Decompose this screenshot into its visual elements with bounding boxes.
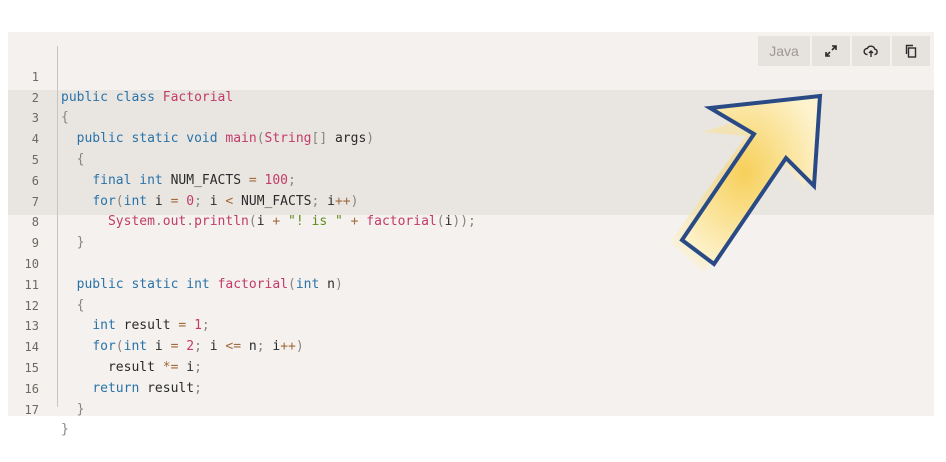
- code-block: 1 public class Factorial 2 { 3 public st…: [8, 32, 934, 438]
- code-line: 14 result *= i;: [8, 316, 934, 375]
- code-line: 4 {: [8, 108, 934, 167]
- code-lines: 1 public class Factorial 2 { 3 public st…: [8, 46, 934, 438]
- code-line: 12 int result = 1;: [8, 275, 934, 334]
- code-toolbar: Java: [758, 36, 930, 66]
- upload-button[interactable]: [852, 36, 890, 66]
- code-line: 10 public static int factorial(int n): [8, 233, 934, 292]
- code-line: 16 }: [8, 358, 934, 417]
- code-text: }: [61, 422, 69, 438]
- code-line: 9: [8, 212, 934, 250]
- code-line: 5 final int NUM_FACTS = 100;: [8, 129, 934, 188]
- code-line: 3 public static void main(String[] args): [8, 88, 934, 146]
- line-number: 17: [24, 402, 39, 417]
- code-line: 7 System.out.println(i + "! is " + facto…: [8, 171, 934, 230]
- code-line: 13 for(int i = 2; i <= n; i++): [8, 296, 934, 354]
- code-line: 6 for(int i = 0; i < NUM_FACTS; i++): [8, 150, 934, 209]
- code-line: 15 return result;: [8, 337, 934, 396]
- code-line: 8 }: [8, 192, 934, 250]
- cloud-upload-icon: [863, 45, 878, 57]
- expand-icon: [825, 45, 837, 57]
- code-line: 17 }: [8, 379, 934, 438]
- copy-button[interactable]: [892, 36, 930, 66]
- code-line: 11 {: [8, 254, 934, 313]
- code-text: }: [76, 401, 85, 417]
- expand-button[interactable]: [812, 36, 850, 66]
- code-line: 2 {: [8, 67, 934, 126]
- copy-icon: [905, 44, 917, 58]
- language-label: Java: [758, 36, 810, 66]
